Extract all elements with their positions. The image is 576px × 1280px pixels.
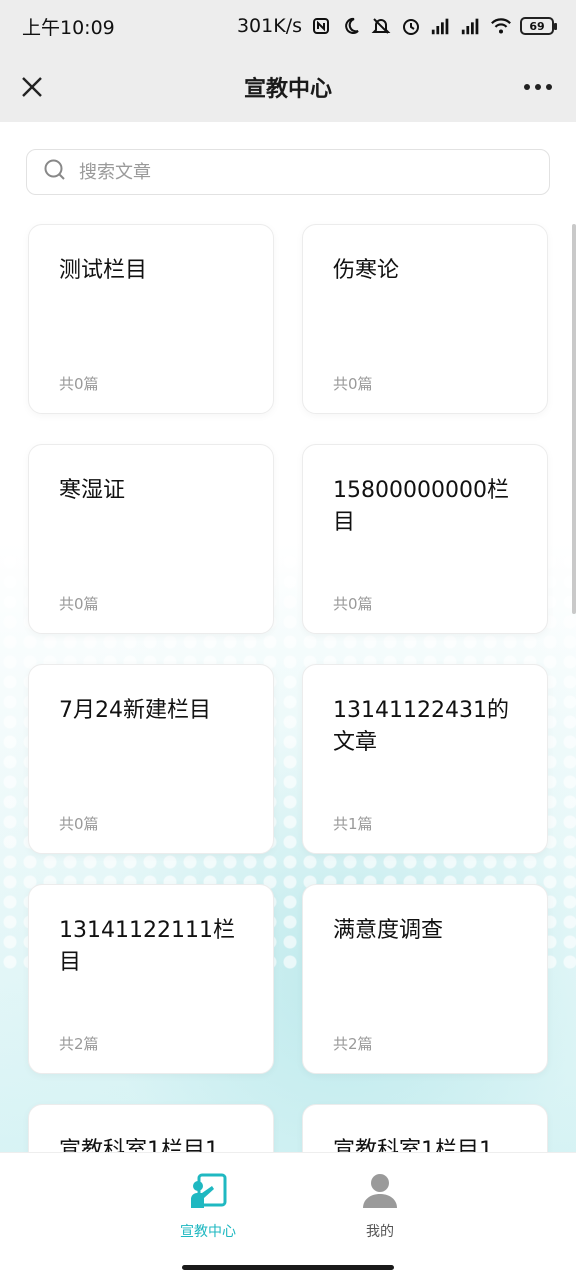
teacher-board-icon: [188, 1171, 228, 1211]
mute-icon: [370, 15, 392, 37]
card-title: 15800000000栏目: [333, 478, 509, 535]
column-card[interactable]: 15800000000栏目 共0篇: [302, 444, 548, 634]
search-icon: [43, 158, 67, 186]
card-title: 寒湿证: [59, 478, 126, 503]
scrollbar[interactable]: [572, 224, 576, 614]
signal-icon-2: [460, 15, 482, 37]
card-count: 共0篇: [333, 375, 373, 393]
column-card[interactable]: 13141122111栏目 共2篇: [28, 884, 274, 1074]
column-card[interactable]: 7月24新建栏目 共0篇: [28, 664, 274, 854]
column-card[interactable]: 满意度调查 共2篇: [302, 884, 548, 1074]
card-title: 宣教科室1栏目1: [59, 1138, 219, 1152]
tab-bar: 宣教中心 我的: [0, 1152, 576, 1256]
card-title: 宣教科室1栏目1: [333, 1138, 493, 1152]
card-count: 共1篇: [333, 815, 373, 833]
tab-label: 宣教中心: [180, 1224, 236, 1240]
battery-icon: 69: [520, 17, 557, 35]
search-bar[interactable]: [26, 149, 550, 195]
column-card[interactable]: 寒湿证 共0篇: [28, 444, 274, 634]
network-speed: 301K/s: [236, 15, 302, 37]
wifi-icon: [490, 15, 512, 37]
search-input[interactable]: [79, 161, 499, 183]
signal-icon-1: [430, 15, 452, 37]
column-card[interactable]: 宣教科室1栏目1: [302, 1104, 548, 1152]
column-card[interactable]: 伤寒论 共0篇: [302, 224, 548, 414]
card-title: 测试栏目: [59, 258, 148, 283]
card-count: 共0篇: [59, 595, 99, 613]
nav-bar: 宣教中心: [0, 52, 576, 122]
card-title: 伤寒论: [333, 258, 400, 283]
column-card[interactable]: 宣教科室1栏目1: [28, 1104, 274, 1152]
card-title: 7月24新建栏目: [59, 698, 211, 723]
tab-label: 我的: [366, 1224, 394, 1240]
card-count: 共0篇: [59, 815, 99, 833]
nfc-icon: [310, 15, 332, 37]
more-icon[interactable]: [518, 69, 558, 105]
status-bar: 上午10:09 301K/s 69: [0, 0, 576, 52]
status-icons: 301K/s 69: [236, 15, 557, 37]
column-card[interactable]: 13141122431的文章 共1篇: [302, 664, 548, 854]
tab-mine[interactable]: 我的: [320, 1153, 440, 1257]
card-count: 共0篇: [59, 375, 99, 393]
card-count: 共2篇: [59, 1035, 99, 1053]
column-card[interactable]: 测试栏目 共0篇: [28, 224, 274, 414]
card-title: 13141122111栏目: [59, 918, 235, 975]
card-title: 13141122431的文章: [333, 698, 509, 755]
main-content[interactable]: 测试栏目 共0篇 伤寒论 共0篇 寒湿证 共0篇 15800000000栏目 共…: [0, 122, 576, 1152]
home-indicator[interactable]: [182, 1265, 394, 1270]
tab-education-center[interactable]: 宣教中心: [148, 1153, 268, 1257]
alarm-icon: [400, 15, 422, 37]
page-title: 宣教中心: [243, 77, 332, 102]
card-count: 共2篇: [333, 1035, 373, 1053]
status-time: 上午10:09: [22, 16, 115, 39]
user-icon: [360, 1171, 400, 1211]
card-title: 满意度调查: [333, 918, 444, 943]
moon-icon: [340, 15, 362, 37]
card-count: 共0篇: [333, 595, 373, 613]
close-icon[interactable]: [14, 69, 50, 105]
